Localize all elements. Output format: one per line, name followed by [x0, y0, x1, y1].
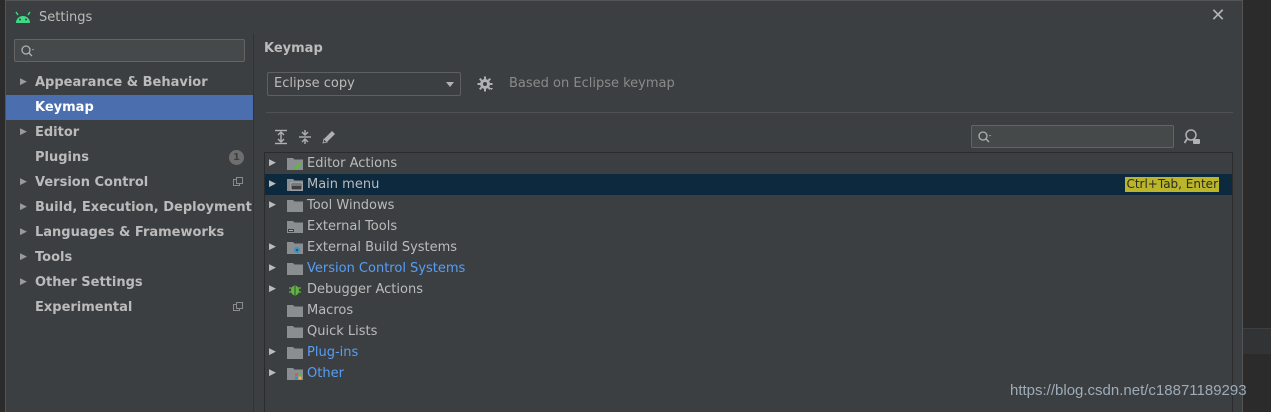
sidebar-item-label: Build, Execution, Deployment [35, 200, 252, 215]
window-title: Settings [39, 10, 93, 25]
external-tools-folder-icon [287, 221, 303, 233]
tree-row-version-control-systems[interactable]: ▶ Version Control Systems [265, 258, 1232, 279]
tree-row-debugger-actions[interactable]: ▶ Debugger Actions [265, 279, 1232, 300]
project-settings-icon [233, 302, 243, 311]
based-on-text: Based on Eclipse keymap [509, 76, 675, 91]
editor-actions-folder-icon [287, 158, 303, 170]
find-by-shortcut-icon[interactable] [1183, 128, 1201, 146]
other-folder-icon [287, 368, 303, 380]
sidebar-item-plugins[interactable]: Plugins 1 [6, 145, 253, 170]
keymap-search-input[interactable] [971, 125, 1174, 148]
folder-icon [287, 200, 303, 212]
sidebar-item-languages-frameworks[interactable]: ▶ Languages & Frameworks [6, 220, 253, 245]
tree-row-tool-windows[interactable]: ▶ Tool Windows [265, 195, 1232, 216]
chevron-down-icon [446, 82, 454, 87]
search-icon [21, 45, 34, 57]
sidebar-item-editor[interactable]: ▶ Editor [6, 120, 253, 145]
collapse-all-icon[interactable] [296, 128, 314, 146]
expand-arrow-icon[interactable]: ▶ [269, 237, 276, 258]
sidebar-item-label: Editor [35, 125, 80, 140]
folder-icon [287, 305, 303, 317]
expand-arrow-icon[interactable]: ▶ [269, 342, 276, 363]
tree-row-label: External Tools [307, 219, 398, 234]
keymap-panel: Keymap Eclipse copy Based on Eclipse key… [254, 34, 1242, 412]
tree-row-label: Other [307, 366, 344, 381]
tree-row-label: Quick Lists [307, 324, 378, 339]
tree-row-external-tools[interactable]: External Tools [265, 216, 1232, 237]
folder-icon [287, 263, 303, 275]
bug-icon [289, 285, 301, 296]
tree-row-main-menu[interactable]: ▶ Main menu Ctrl+Tab, Enter [265, 174, 1232, 195]
android-icon [15, 11, 31, 23]
expand-arrow-icon[interactable]: ▶ [20, 120, 27, 145]
search-icon [978, 131, 991, 143]
expand-arrow-icon[interactable]: ▶ [20, 220, 27, 245]
sidebar-item-label: Keymap [35, 100, 94, 115]
sidebar-item-label: Plugins [35, 150, 89, 165]
expand-all-icon[interactable] [272, 128, 290, 146]
expand-arrow-icon[interactable]: ▶ [269, 279, 276, 300]
sidebar-item-version-control[interactable]: ▶ Version Control [6, 170, 253, 195]
sidebar-item-experimental[interactable]: Experimental [6, 295, 253, 320]
edit-pencil-icon[interactable] [320, 128, 338, 146]
tree-row-label: External Build Systems [307, 240, 458, 255]
separator [266, 112, 1233, 113]
sidebar-item-build-execution-deployment[interactable]: ▶ Build, Execution, Deployment [6, 195, 253, 220]
page-title: Keymap [264, 41, 323, 56]
tree-row-plug-ins[interactable]: ▶ Plug-ins [265, 342, 1232, 363]
sidebar-item-keymap[interactable]: Keymap [6, 95, 253, 120]
keymap-dropdown[interactable]: Eclipse copy [267, 72, 461, 96]
expand-arrow-icon[interactable]: ▶ [269, 195, 276, 216]
sidebar-item-other-settings[interactable]: ▶ Other Settings [6, 270, 253, 295]
keymap-dropdown-value: Eclipse copy [274, 76, 355, 91]
sidebar-item-label: Tools [35, 250, 73, 265]
settings-dialog: Settings ✕ ▶ Appearance & Behavior Keyma… [5, 0, 1243, 412]
close-icon[interactable]: ✕ [1210, 7, 1226, 25]
sidebar-item-tools[interactable]: ▶ Tools [6, 245, 253, 270]
folder-icon [287, 326, 303, 338]
tree-row-external-build-systems[interactable]: ▶ External Build Systems [265, 237, 1232, 258]
title-bar: Settings ✕ [6, 1, 1242, 34]
tree-row-label: Tool Windows [307, 198, 395, 213]
sidebar-item-label: Languages & Frameworks [35, 225, 225, 240]
tree-row-label: Version Control Systems [307, 261, 466, 276]
expand-arrow-icon[interactable]: ▶ [269, 363, 276, 384]
build-systems-folder-icon [287, 242, 303, 254]
sidebar-item-label: Version Control [35, 175, 149, 190]
expand-arrow-icon[interactable]: ▶ [20, 70, 27, 95]
expand-arrow-icon[interactable]: ▶ [20, 245, 27, 270]
sidebar-item-label: Experimental [35, 300, 133, 315]
expand-arrow-icon[interactable]: ▶ [20, 170, 27, 195]
project-settings-icon [233, 177, 243, 186]
shortcut-badge: Ctrl+Tab, Enter [1125, 177, 1219, 192]
tree-row-other[interactable]: ▶ Other [265, 363, 1232, 384]
folder-icon [287, 347, 303, 359]
tree-row-label: Main menu [307, 177, 380, 192]
plugins-update-badge: 1 [229, 150, 244, 165]
tree-row-label: Editor Actions [307, 156, 398, 171]
tree-row-label: Macros [307, 303, 354, 318]
expand-arrow-icon[interactable]: ▶ [269, 174, 276, 195]
sidebar-nav: ▶ Appearance & Behavior Keymap ▶ Editor … [6, 70, 253, 320]
sidebar-item-label: Other Settings [35, 275, 143, 290]
expand-arrow-icon[interactable]: ▶ [20, 270, 27, 295]
expand-arrow-icon[interactable]: ▶ [269, 258, 276, 279]
settings-sidebar: ▶ Appearance & Behavior Keymap ▶ Editor … [6, 34, 253, 412]
tree-row-macros[interactable]: Macros [265, 300, 1232, 321]
gear-icon[interactable] [476, 75, 494, 93]
sidebar-item-label: Appearance & Behavior [35, 75, 208, 90]
background-editor-strip-right [1243, 0, 1271, 412]
watermark-url: https://blog.csdn.net/c18871189293 [1010, 382, 1247, 399]
keymap-actions-tree: ▶ Editor Actions ▶ Main menu Ctrl+Tab, E… [264, 152, 1233, 412]
expand-arrow-icon[interactable]: ▶ [20, 195, 27, 220]
tree-row-quick-lists[interactable]: Quick Lists [265, 321, 1232, 342]
tree-row-editor-actions[interactable]: ▶ Editor Actions [265, 153, 1232, 174]
tree-row-label: Plug-ins [307, 345, 359, 360]
tree-row-label: Debugger Actions [307, 282, 423, 297]
expand-arrow-icon[interactable]: ▶ [269, 153, 276, 174]
main-menu-folder-icon [287, 179, 303, 191]
sidebar-search-input[interactable] [14, 39, 245, 62]
sidebar-item-appearance-behavior[interactable]: ▶ Appearance & Behavior [6, 70, 253, 95]
